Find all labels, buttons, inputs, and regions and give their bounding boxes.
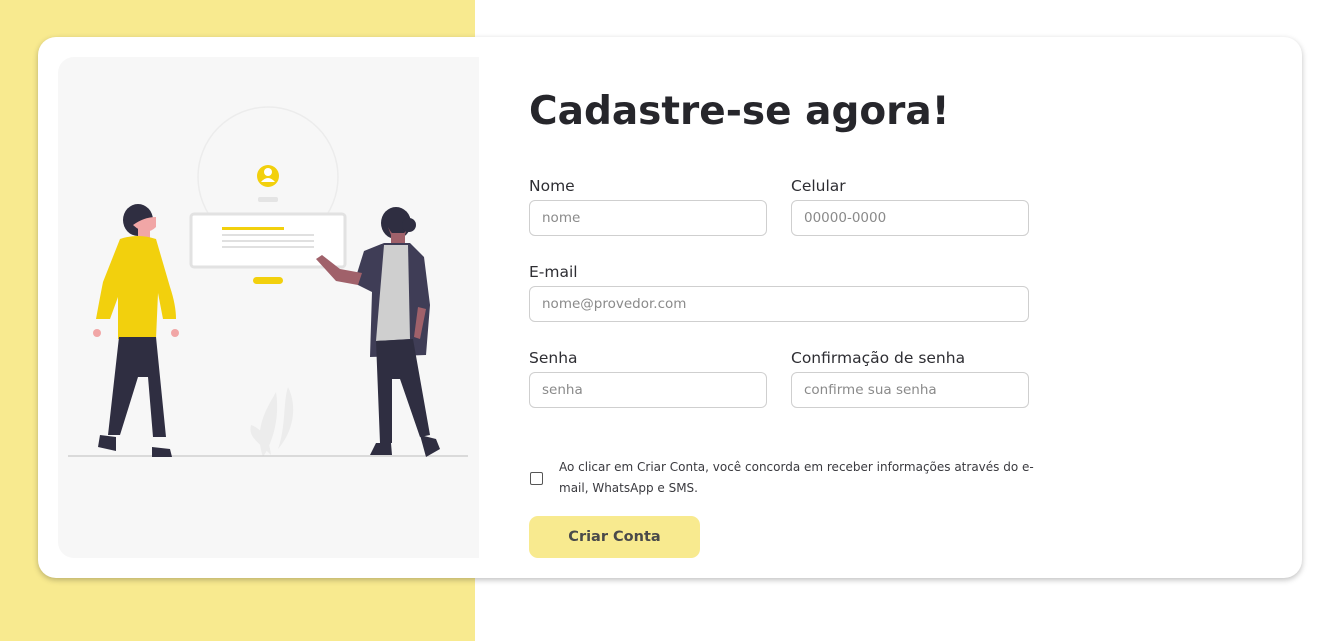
signup-form: Cadastre-se agora! Nome Celular E-mail S… (529, 37, 1089, 578)
nome-label: Nome (529, 177, 575, 195)
celular-input[interactable] (791, 200, 1029, 236)
illustration-panel (58, 57, 479, 558)
page-title: Cadastre-se agora! (529, 89, 950, 134)
consent-row: Ao clicar em Criar Conta, você concorda … (529, 457, 1034, 499)
celular-field: Celular (791, 177, 1029, 236)
user-profile-icon (257, 165, 279, 202)
celular-label: Celular (791, 177, 846, 195)
consent-checkbox[interactable] (530, 471, 543, 485)
confirmacao-senha-input[interactable] (791, 372, 1029, 408)
nome-field: Nome (529, 177, 767, 236)
email-label: E-mail (529, 263, 578, 281)
senha-field: Senha (529, 349, 767, 408)
people-signup-illustration (68, 106, 468, 457)
consent-text: Ao clicar em Criar Conta, você concorda … (559, 460, 1034, 495)
email-input[interactable] (529, 286, 1029, 322)
criar-conta-button[interactable]: Criar Conta (529, 516, 700, 558)
email-field: E-mail (529, 263, 1029, 322)
nome-input[interactable] (529, 200, 767, 236)
senha-label: Senha (529, 349, 578, 367)
senha-input[interactable] (529, 372, 767, 408)
confirmacao-senha-label: Confirmação de senha (791, 349, 966, 367)
confirmacao-senha-field: Confirmação de senha (791, 349, 1029, 408)
signup-card: Cadastre-se agora! Nome Celular E-mail S… (38, 37, 1302, 578)
